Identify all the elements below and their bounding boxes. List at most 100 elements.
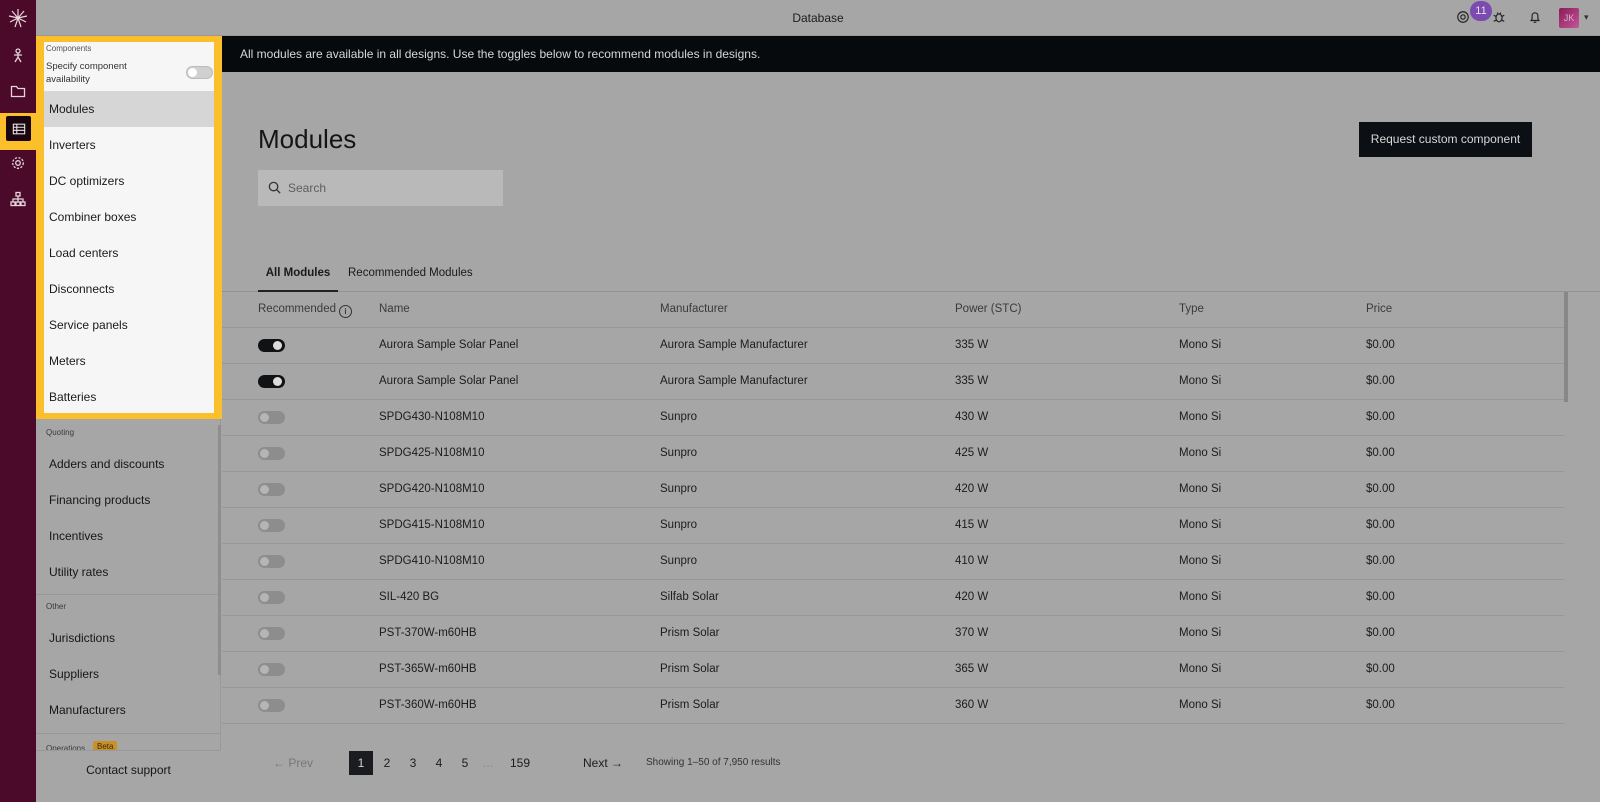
sidebar-item-modules[interactable]: Modules [44, 91, 214, 127]
next-page-button[interactable]: Next → [578, 751, 628, 775]
projects-person-icon[interactable] [9, 46, 27, 64]
recommended-column-header[interactable]: Recommended i [258, 292, 352, 327]
manufacturer-cell: Prism Solar [660, 699, 720, 711]
sidebar-item-incentives[interactable]: Incentives [49, 529, 103, 543]
name-column-header[interactable]: Name [379, 292, 410, 327]
bell-notifications-icon[interactable] [1528, 10, 1544, 26]
type-cell: Mono Si [1179, 627, 1222, 639]
type-cell: Mono Si [1179, 591, 1222, 603]
recommend-toggle[interactable] [258, 699, 285, 712]
sidebar-item-service-panels[interactable]: Service panels [44, 307, 214, 343]
recommend-toggle[interactable] [258, 627, 285, 640]
org-chart-icon[interactable] [9, 190, 27, 208]
manufacturer-column-header[interactable]: Manufacturer [660, 292, 728, 327]
table-row[interactable]: SPDG410-N108M10 Sunpro 410 W Mono Si $0.00 [222, 544, 1564, 580]
sidebar-item-suppliers[interactable]: Suppliers [49, 667, 99, 681]
type-cell: Mono Si [1179, 375, 1222, 387]
table-row[interactable]: PST-360W-m60HB Prism Solar 360 W Mono Si $0.… [222, 688, 1564, 724]
sidebar-item-combiner-boxes[interactable]: Combiner boxes [44, 199, 214, 235]
sidebar-item-financing-products[interactable]: Financing products [49, 493, 150, 507]
contact-support-button[interactable]: Contact support [36, 750, 221, 802]
search-input[interactable] [288, 170, 493, 206]
prev-page-button[interactable]: ← Prev [268, 751, 318, 775]
module-name-cell: Aurora Sample Solar Panel [379, 339, 519, 351]
table-row[interactable]: SPDG415-N108M10 Sunpro 415 W Mono Si $0.00 [222, 508, 1564, 544]
table-row[interactable]: SIL-420 BG Silfab Solar 420 W Mono Si $0.00 [222, 580, 1564, 616]
power-cell: 420 W [955, 483, 989, 495]
table-row[interactable]: SPDG430-N108M10 Sunpro 430 W Mono Si $0.00 [222, 400, 1564, 436]
page-header-title: Database [792, 11, 844, 25]
top-bar: Database 11 JK ▾ [36, 0, 1600, 36]
module-name-cell: PST-365W-m60HB [379, 663, 477, 675]
manufacturer-cell: Sunpro [660, 447, 698, 459]
module-name-cell: SPDG410-N108M10 [379, 555, 485, 567]
type-cell: Mono Si [1179, 555, 1222, 567]
module-name-cell: Aurora Sample Solar Panel [379, 375, 519, 387]
table-row[interactable]: Aurora Sample Solar Panel Aurora Sample M… [222, 328, 1564, 364]
price-column-header[interactable]: Price [1366, 292, 1392, 327]
table-row[interactable]: PST-365W-m60HB Prism Solar 365 W Mono Si $0.… [222, 652, 1564, 688]
info-icon[interactable]: i [338, 305, 352, 318]
sidebar-divider [36, 594, 221, 595]
page-button[interactable]: 3 [401, 751, 425, 775]
recommend-toggle[interactable] [258, 663, 285, 676]
type-cell: Mono Si [1179, 519, 1222, 531]
recommend-toggle[interactable] [258, 411, 285, 424]
recommend-toggle[interactable] [258, 555, 285, 568]
results-count: Showing 1–50 of 7,950 results [646, 757, 781, 768]
sidebar-item-load-centers[interactable]: Load centers [44, 235, 214, 271]
recommend-toggle[interactable] [258, 483, 285, 496]
recommend-toggle[interactable] [258, 375, 285, 388]
page-button[interactable]: 5 [453, 751, 477, 775]
table-row[interactable]: SPDG425-N108M10 Sunpro 425 W Mono Si $0.00 [222, 436, 1564, 472]
sidebar-item-utility-rates[interactable]: Utility rates [49, 565, 108, 579]
table-scrollbar[interactable] [1564, 292, 1568, 402]
settings-gear-icon[interactable] [9, 154, 27, 172]
request-custom-component-button[interactable]: Request custom component [1359, 122, 1532, 157]
table-header-row: Recommended i Name Manufacturer Power (ST… [222, 292, 1564, 328]
power-cell: 365 W [955, 663, 989, 675]
app-rail [0, 0, 36, 802]
folder-icon[interactable] [9, 82, 27, 100]
pagination-ellipsis: ... [482, 756, 493, 770]
page-button[interactable]: 4 [427, 751, 451, 775]
next-label: Next [582, 756, 608, 770]
page-button-last[interactable]: 159 [504, 751, 536, 775]
tab-all-modules[interactable]: All Modules [258, 258, 338, 292]
table-row[interactable]: Aurora Sample Solar Panel Aurora Sample M… [222, 364, 1564, 400]
notification-count-badge[interactable]: 11 [1470, 1, 1492, 21]
sidebar-item-dc-optimizers[interactable]: DC optimizers [44, 163, 214, 199]
user-avatar[interactable]: JK [1559, 8, 1579, 28]
database-icon[interactable] [6, 116, 31, 141]
recommend-toggle[interactable] [258, 519, 285, 532]
specify-availability-toggle[interactable] [186, 66, 213, 79]
chevron-down-icon[interactable]: ▾ [1584, 12, 1589, 23]
table-row[interactable]: PST-370W-m60HB Prism Solar 370 W Mono Si $0.… [222, 616, 1564, 652]
type-cell: Mono Si [1179, 663, 1222, 675]
recommend-toggle[interactable] [258, 339, 285, 352]
sidebar-item-batteries[interactable]: Batteries [44, 379, 214, 415]
sidebar-item-manufacturers[interactable]: Manufacturers [49, 703, 126, 717]
sidebar-item-meters[interactable]: Meters [44, 343, 214, 379]
sidebar-item-adders-and-discounts[interactable]: Adders and discounts [49, 457, 164, 471]
table-row[interactable]: SPDG420-N108M10 Sunpro 420 W Mono Si $0.00 [222, 472, 1564, 508]
page-button[interactable]: 2 [375, 751, 399, 775]
help-icon[interactable] [1456, 10, 1472, 26]
manufacturer-cell: Sunpro [660, 519, 698, 531]
price-cell: $0.00 [1366, 519, 1395, 531]
type-column-header[interactable]: Type [1179, 292, 1204, 327]
tab-recommended-modules[interactable]: Recommended Modules [348, 258, 473, 292]
sidebar-scrollbar[interactable] [218, 425, 221, 675]
power-column-header[interactable]: Power (STC) [955, 292, 1021, 327]
sidebar-item-inverters[interactable]: Inverters [44, 127, 214, 163]
components-panel: Components Specify component availabilit… [44, 42, 214, 413]
bug-report-icon[interactable] [1492, 10, 1508, 26]
sidebar-item-jurisdictions[interactable]: Jurisdictions [49, 631, 115, 645]
recommend-toggle[interactable] [258, 591, 285, 604]
app-logo-icon[interactable] [8, 8, 28, 28]
sidebar-item-disconnects[interactable]: Disconnects [44, 271, 214, 307]
page-button-current[interactable]: 1 [349, 751, 373, 775]
module-name-cell: PST-370W-m60HB [379, 627, 477, 639]
arrow-left-icon: ← [272, 756, 285, 770]
recommend-toggle[interactable] [258, 447, 285, 460]
